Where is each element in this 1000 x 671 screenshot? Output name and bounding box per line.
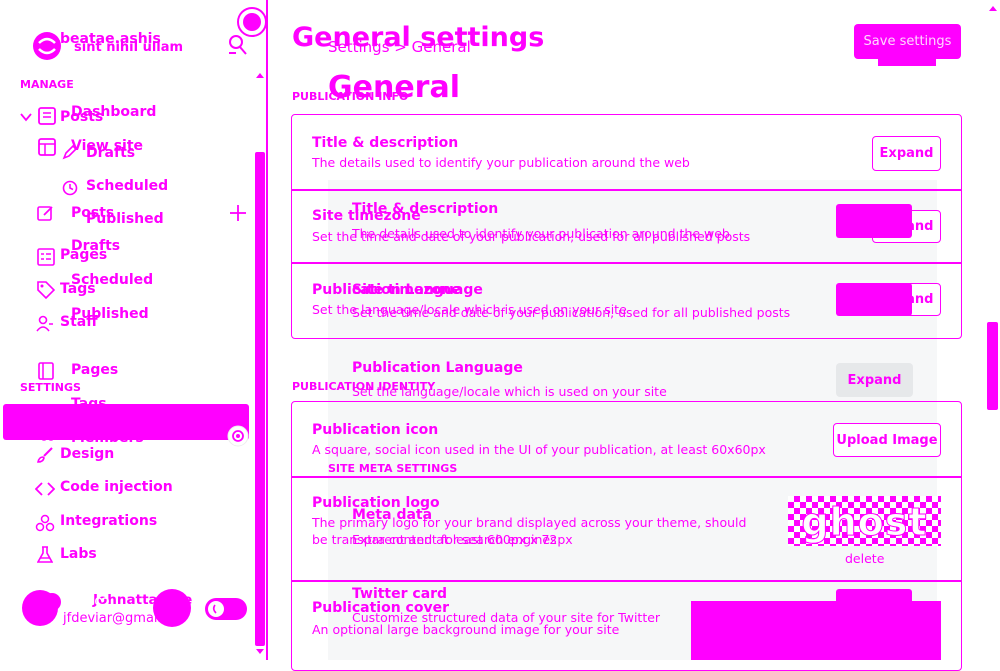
publication-cover-desc: An optional large background image for y… (312, 622, 620, 637)
overlay-title-description-title: Title & description (352, 201, 499, 217)
publication-logo-image[interactable]: ghost (788, 496, 941, 546)
sidebar-item-tags[interactable]: Tags (60, 281, 96, 297)
overlay-expand-bar-1[interactable] (836, 204, 912, 238)
sidebar-item-design[interactable]: Design (60, 446, 114, 462)
overlay-expand-bar-2[interactable] (836, 283, 912, 316)
row-divider (291, 476, 962, 478)
publication-icon-desc: A square, social icon used in the UI of … (312, 442, 766, 457)
posts-edit-icon (37, 204, 55, 222)
sidebar-scrollbar[interactable] (255, 152, 265, 646)
site-meta-settings-heading: SITE META SETTINGS (328, 462, 458, 475)
chevron-down-icon[interactable] (20, 112, 32, 122)
pages-ghost-icon (38, 362, 54, 380)
drafts-pencil-icon (62, 144, 78, 160)
sidebar-item-pages[interactable]: Pages (60, 247, 107, 263)
row-divider (291, 262, 962, 264)
integrations-icon (35, 514, 55, 532)
sidebar-item-integrations[interactable]: Integrations (60, 513, 157, 529)
save-settings-button[interactable]: Save settings (854, 24, 961, 59)
publication-icon-title: Publication icon (312, 422, 439, 438)
sidebar-item-posts[interactable]: Posts (60, 109, 103, 125)
breadcrumb[interactable]: Settings > General (328, 38, 471, 56)
sidebar-item-members[interactable]: Members (71, 430, 144, 446)
view-site-icon (38, 138, 56, 156)
main-scrollbar[interactable] (987, 322, 998, 410)
overlay-expand-language-button[interactable]: Expand (836, 363, 913, 397)
posts-icon (37, 106, 57, 126)
user-avatar[interactable] (22, 588, 66, 628)
sidebar-item-labs[interactable]: Labs (60, 546, 97, 562)
pages-icon (37, 248, 55, 266)
sidebar: beatae.ashis sint nihil ullam MANAGE Das… (0, 0, 269, 660)
overlay-timezone-desc: Set the time and date of your publicatio… (352, 305, 791, 320)
main-scrollbar-up-icon[interactable] (988, 4, 998, 12)
publication-logo-desc-1: The primary logo for your brand displaye… (312, 515, 747, 530)
new-post-plus-icon[interactable] (229, 204, 247, 222)
user-heart-icon (95, 597, 109, 611)
manage-heading: MANAGE (20, 78, 74, 91)
code-injection-icon (35, 481, 55, 497)
logo-delete-link[interactable]: delete (845, 551, 884, 566)
publication-cover-image[interactable] (691, 601, 941, 660)
user-menu-circle-icon[interactable] (152, 588, 192, 628)
sidebar-item-staff[interactable]: Staff (60, 314, 98, 330)
notification-indicator-icon[interactable] (235, 5, 269, 39)
scheduled-clock-icon (62, 180, 78, 196)
overlay-title-description-desc: The details used to identify your public… (352, 226, 730, 241)
labs-flask-icon (37, 546, 53, 564)
scroll-down-arrow-icon[interactable] (255, 648, 265, 656)
design-brush-icon (36, 446, 54, 464)
tags-icon (37, 281, 55, 299)
main-content: General settings Settings > General Gene… (268, 0, 1000, 671)
overlay-language-title: Publication Language (352, 360, 523, 376)
sidebar-item-scheduled[interactable]: Scheduled (86, 178, 168, 194)
row-title-description-desc: The details used to identify your public… (312, 155, 690, 170)
publication-identity-heading: PUBLICATION IDENTITY (292, 380, 436, 393)
night-shift-toggle[interactable] (204, 597, 248, 621)
publication-info-heading: PUBLICATION INFO (292, 90, 409, 103)
logo-text: ghost (801, 500, 928, 545)
settings-heading: SETTINGS (20, 381, 81, 394)
sidebar-item-drafts[interactable]: Drafts (86, 145, 135, 161)
staff-icon (36, 314, 54, 332)
site-subtitle: sint nihil ullam (74, 40, 184, 55)
meta-data-desc: Extra content for search engines (352, 532, 557, 547)
overlay-timezone-title: Site timezone (352, 282, 461, 298)
save-button-shadow (878, 58, 936, 66)
row-divider (291, 189, 962, 191)
upload-image-button[interactable]: Upload Image (833, 423, 941, 457)
sidebar-item-code-injection[interactable]: Code injection (60, 479, 173, 495)
members-status-icon (227, 425, 249, 447)
row-title-description-title: Title & description (312, 135, 459, 151)
sidebar-item-pages-ghost[interactable]: Pages (71, 362, 118, 378)
expand-title-description-button[interactable]: Expand (872, 136, 941, 171)
sidebar-item-published[interactable]: Published (86, 211, 164, 227)
scroll-up-arrow-icon[interactable] (255, 71, 265, 79)
members-icon (37, 433, 57, 447)
row-divider (291, 580, 962, 582)
site-logo-icon[interactable] (32, 31, 62, 61)
